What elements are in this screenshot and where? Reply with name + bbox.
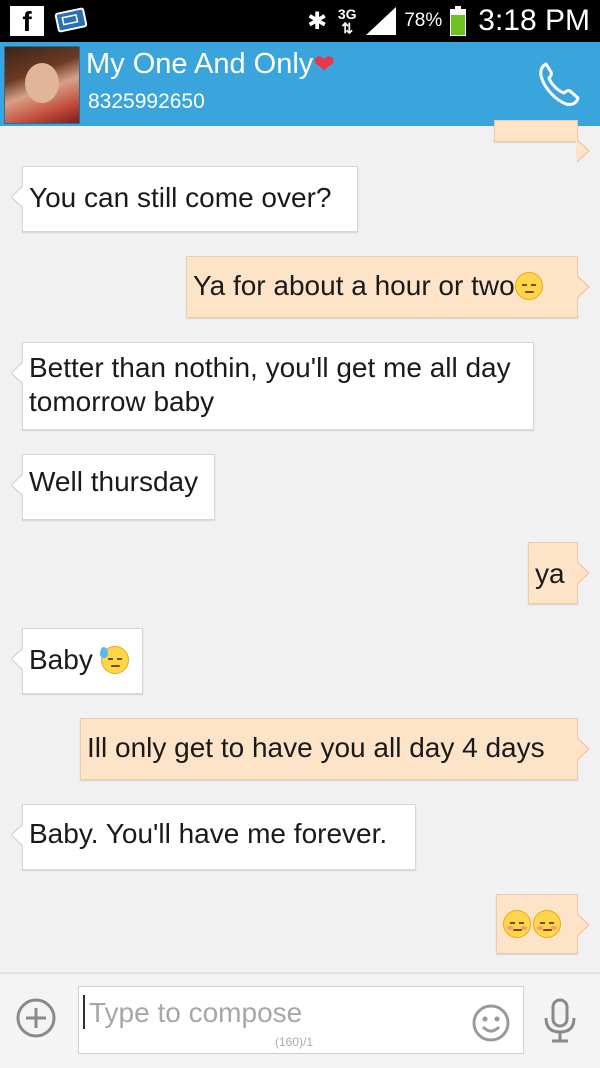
message-text: Well thursday [29, 466, 199, 497]
sweat-face-icon [99, 646, 129, 674]
battery-percent: 78% [404, 10, 443, 31]
message-text: Baby [29, 644, 93, 675]
message-bubble-outgoing[interactable]: Ill only get to have you all day 4 days [80, 718, 590, 780]
message-bubble-incoming[interactable]: You can still come over? [10, 166, 358, 232]
conversation-header: My One And Only❤ 8325992650 [0, 42, 600, 126]
contact-name[interactable]: My One And Only❤ [86, 48, 335, 81]
bluetooth-icon: ✱ [307, 7, 328, 35]
clock: 3:18 PM [478, 4, 590, 37]
pensive-face-icon [514, 272, 543, 300]
message-bubble-incoming[interactable]: Better than nothin, you'll get me all da… [10, 342, 534, 430]
ticket-icon [54, 7, 88, 33]
message-text: Better than nothin, you'll get me all da… [29, 352, 511, 417]
message-text: You can still come over? [29, 182, 332, 213]
add-attachment-button[interactable] [16, 998, 56, 1038]
facebook-icon: f [10, 6, 44, 37]
emoji-button[interactable] [471, 1003, 511, 1043]
message-bubble-incoming[interactable]: Well thursday [10, 454, 215, 520]
call-button[interactable] [536, 60, 580, 108]
message-text: Baby. You'll have me forever. [29, 818, 388, 849]
network-type: 3G ⇅ [337, 6, 357, 36]
message-bubble-outgoing[interactable] [496, 894, 590, 954]
compose-bar: Type to compose (160)/1 [0, 972, 600, 1068]
conversation-thread: You can still come over? Ya for about a … [0, 120, 600, 972]
relieved-face-icon [533, 910, 561, 938]
message-bubble-partial[interactable] [494, 120, 590, 163]
message-text: Ill only get to have you all day 4 days [87, 732, 545, 763]
message-bubble-outgoing[interactable]: ya [528, 542, 590, 604]
signal-icon [366, 7, 397, 35]
text-cursor [83, 995, 85, 1029]
heart-icon: ❤ [313, 49, 336, 79]
compose-input[interactable]: Type to compose (160)/1 [78, 986, 524, 1054]
message-bubble-incoming[interactable]: Baby. You'll have me forever. [10, 804, 416, 870]
contact-number: 8325992650 [88, 90, 205, 113]
microphone-button[interactable] [542, 998, 578, 1044]
message-bubble-outgoing[interactable]: Ya for about a hour or two [186, 256, 590, 318]
contact-name-text: My One And Only [86, 48, 314, 80]
status-bar: f ✱ 3G ⇅ 78% 3:18 PM [0, 0, 600, 42]
message-bubble-incoming[interactable]: Baby [10, 628, 143, 694]
avatar[interactable] [4, 46, 80, 124]
battery-icon [450, 6, 467, 36]
relieved-face-icon [503, 910, 531, 938]
compose-placeholder: Type to compose [89, 997, 303, 1028]
message-text: Ya for about a hour or two [193, 270, 515, 301]
character-counter: (160)/1 [275, 1035, 314, 1049]
message-text: ya [535, 558, 565, 589]
avatar-face [25, 63, 59, 103]
